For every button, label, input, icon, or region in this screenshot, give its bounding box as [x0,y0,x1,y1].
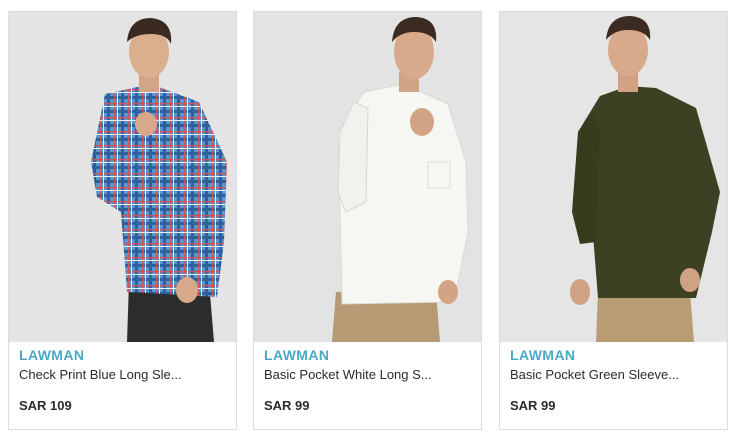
product-price: SAR 109 [19,398,72,413]
product-title[interactable]: Basic Pocket Green Sleeve... [510,367,715,382]
brand-label[interactable]: LAWMAN [264,347,329,363]
brand-label[interactable]: LAWMAN [19,347,84,363]
product-image[interactable] [254,12,481,342]
model-shirt-photo-icon [254,12,481,342]
product-title[interactable]: Basic Pocket White Long S... [264,367,469,382]
product-card[interactable]: LAWMAN Check Print Blue Long Sle... SAR … [8,11,237,430]
product-image[interactable] [500,12,727,342]
product-title[interactable]: Check Print Blue Long Sle... [19,367,224,382]
product-price: SAR 99 [510,398,556,413]
brand-label[interactable]: LAWMAN [510,347,575,363]
model-shirt-photo-icon [500,12,727,342]
product-card[interactable]: LAWMAN Basic Pocket Green Sleeve... SAR … [499,11,728,430]
product-card[interactable]: LAWMAN Basic Pocket White Long S... SAR … [253,11,482,430]
product-image[interactable] [9,12,236,342]
model-shirt-photo-icon [9,12,236,342]
product-grid: LAWMAN Check Print Blue Long Sle... SAR … [8,11,728,431]
product-price: SAR 99 [264,398,310,413]
